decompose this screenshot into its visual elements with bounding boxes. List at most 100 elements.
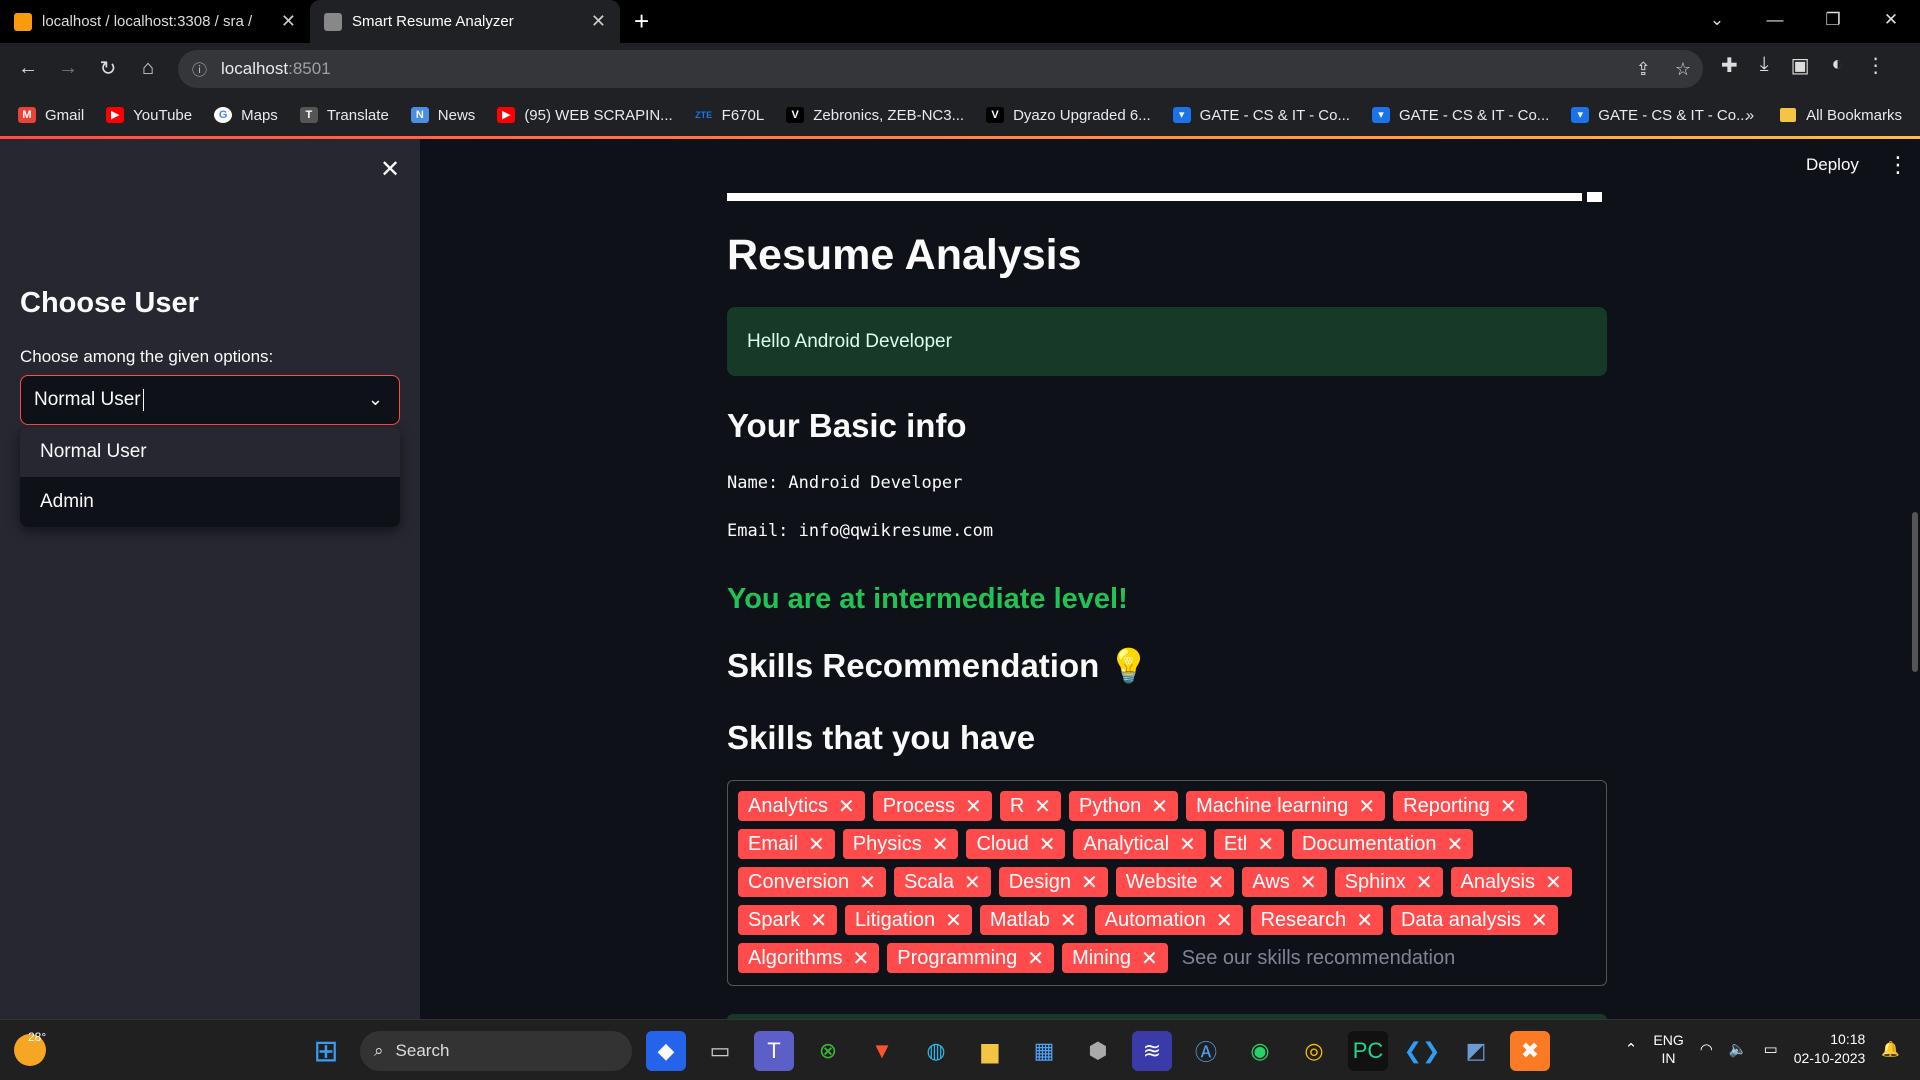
remove-tag-icon[interactable]: ✕ bbox=[808, 832, 825, 857]
teams-icon[interactable]: T bbox=[754, 1031, 794, 1071]
xbox-icon[interactable]: ⊗ bbox=[808, 1031, 848, 1071]
chevron-down-icon[interactable]: ⌄ bbox=[368, 389, 383, 410]
profile-avatar-icon[interactable]: ◐ bbox=[1832, 53, 1844, 78]
remove-tag-icon[interactable]: ✕ bbox=[1027, 946, 1044, 971]
reload-icon[interactable]: ↻ bbox=[88, 56, 128, 81]
task-view-icon[interactable]: ▭ bbox=[700, 1031, 740, 1071]
bookmark-item[interactable]: V Dyazo Upgraded 6... bbox=[986, 107, 1151, 124]
chrome-icon[interactable]: ◎ bbox=[1294, 1031, 1334, 1071]
remove-tag-icon[interactable]: ✕ bbox=[852, 946, 869, 971]
close-tab-icon[interactable]: ✕ bbox=[591, 11, 606, 32]
copilot-icon[interactable]: ◆ bbox=[646, 1031, 686, 1071]
bookmark-item[interactable]: ▾ GATE - CS & IT - Co... bbox=[1571, 107, 1749, 124]
taskbar-search[interactable]: ⌕ Search bbox=[360, 1031, 632, 1071]
remove-tag-icon[interactable]: ✕ bbox=[1531, 908, 1548, 933]
battery-icon[interactable]: ▭ bbox=[1764, 1040, 1778, 1058]
close-window-button[interactable]: ✕ bbox=[1862, 10, 1920, 30]
volume-icon[interactable]: 🔈 bbox=[1729, 1040, 1748, 1058]
option-normal-user[interactable]: Normal User bbox=[20, 427, 400, 477]
remove-tag-icon[interactable]: ✕ bbox=[838, 794, 855, 819]
back-icon[interactable]: ← bbox=[8, 57, 48, 80]
bookmark-item[interactable]: T Translate bbox=[299, 107, 389, 124]
xampp-icon[interactable]: ✖ bbox=[1510, 1031, 1550, 1071]
bookmark-item[interactable]: ZTE F670L bbox=[694, 107, 764, 124]
option-admin[interactable]: Admin bbox=[20, 477, 400, 527]
brave-icon[interactable]: ▼ bbox=[862, 1031, 902, 1071]
remove-tag-icon[interactable]: ✕ bbox=[1034, 794, 1051, 819]
bookmark-item[interactable]: ▾ GATE - CS & IT - Co... bbox=[1371, 107, 1549, 124]
browser-tab-smart-resume-analyzer[interactable]: Smart Resume Analyzer ✕ bbox=[310, 0, 620, 43]
remove-tag-icon[interactable]: ✕ bbox=[1216, 908, 1233, 933]
file-explorer-icon[interactable]: ▆ bbox=[970, 1031, 1010, 1071]
new-tab-button[interactable]: + bbox=[634, 6, 649, 37]
remove-tag-icon[interactable]: ✕ bbox=[1358, 794, 1375, 819]
bookmark-item[interactable]: G Maps bbox=[214, 107, 278, 124]
language-indicator[interactable]: ENG IN bbox=[1653, 1031, 1683, 1067]
remove-tag-icon[interactable]: ✕ bbox=[810, 908, 827, 933]
page-scrollbar[interactable] bbox=[1912, 512, 1918, 672]
remove-tag-icon[interactable]: ✕ bbox=[964, 870, 981, 895]
remove-tag-icon[interactable]: ✕ bbox=[1545, 870, 1562, 895]
vs-code-insiders-icon[interactable]: ≋ bbox=[1132, 1031, 1172, 1071]
deploy-button[interactable]: Deploy bbox=[1806, 155, 1859, 175]
edge-icon[interactable]: ◍ bbox=[916, 1031, 956, 1071]
remove-tag-icon[interactable]: ✕ bbox=[965, 794, 982, 819]
restore-button[interactable]: ❐ bbox=[1804, 10, 1862, 30]
bookmark-item[interactable]: ▾ GATE - CS & IT - Co... bbox=[1172, 107, 1350, 124]
remove-tag-icon[interactable]: ✕ bbox=[1141, 946, 1158, 971]
download-icon[interactable]: ⤓ bbox=[1760, 53, 1769, 78]
main-menu-icon[interactable]: ⋮ bbox=[1887, 152, 1909, 178]
bookmark-star-icon[interactable]: ☆ bbox=[1675, 59, 1691, 80]
remove-tag-icon[interactable]: ✕ bbox=[1300, 870, 1317, 895]
bookmark-item[interactable]: V Zebronics, ZEB-NC3... bbox=[786, 107, 964, 124]
remove-tag-icon[interactable]: ✕ bbox=[1081, 870, 1098, 895]
vscode-icon[interactable]: ❮❯ bbox=[1402, 1031, 1442, 1071]
extensions-puzzle-icon[interactable]: ✚ bbox=[1721, 53, 1738, 78]
remove-tag-icon[interactable]: ✕ bbox=[1208, 870, 1225, 895]
store-icon[interactable]: ▦ bbox=[1024, 1031, 1064, 1071]
app-store-icon[interactable]: Ⓐ bbox=[1186, 1031, 1226, 1071]
remove-tag-icon[interactable]: ✕ bbox=[945, 908, 962, 933]
clock[interactable]: 10:18 02-10-2023 bbox=[1794, 1030, 1866, 1068]
wifi-icon[interactable]: ◠ bbox=[1700, 1040, 1713, 1058]
skills-placeholder[interactable]: See our skills recommendation bbox=[1182, 943, 1455, 973]
app-icon[interactable]: ⬢ bbox=[1078, 1031, 1118, 1071]
notification-bell-icon[interactable]: 🔔 bbox=[1881, 1040, 1900, 1058]
side-panel-icon[interactable]: ▣ bbox=[1791, 53, 1810, 78]
remove-tag-icon[interactable]: ✕ bbox=[932, 832, 949, 857]
bookmark-item[interactable]: ▶ (95) WEB SCRAPIN... bbox=[497, 107, 673, 124]
remove-tag-icon[interactable]: ✕ bbox=[1151, 794, 1168, 819]
workbench-icon[interactable]: ◩ bbox=[1456, 1031, 1496, 1071]
share-icon[interactable]: ⇪ bbox=[1636, 59, 1651, 80]
remove-tag-icon[interactable]: ✕ bbox=[1060, 908, 1077, 933]
chrome-menu-icon[interactable]: ⋮ bbox=[1866, 53, 1886, 78]
remove-tag-icon[interactable]: ✕ bbox=[1257, 832, 1274, 857]
close-tab-icon[interactable]: ✕ bbox=[281, 11, 296, 32]
all-bookmarks[interactable]: » All Bookmarks bbox=[1746, 107, 1902, 124]
close-sidebar-icon[interactable]: ✕ bbox=[380, 155, 400, 184]
windows-start-icon[interactable]: ⊞ bbox=[306, 1031, 346, 1071]
remove-tag-icon[interactable]: ✕ bbox=[1416, 870, 1433, 895]
home-icon[interactable]: ⌂ bbox=[128, 57, 168, 80]
browser-tab-phpmyadmin[interactable]: localhost / localhost:3308 / sra / ✕ bbox=[0, 0, 310, 43]
bookmark-item[interactable]: N News bbox=[410, 107, 475, 124]
chevron-up-icon[interactable]: ⌃ bbox=[1625, 1040, 1638, 1058]
user-type-select[interactable]: Normal User ⌄ bbox=[20, 375, 400, 425]
bookmark-item[interactable]: M Gmail bbox=[18, 107, 84, 124]
remove-tag-icon[interactable]: ✕ bbox=[1179, 832, 1196, 857]
remove-tag-icon[interactable]: ✕ bbox=[859, 870, 876, 895]
tab-search-icon[interactable]: ⌄ bbox=[1688, 10, 1746, 30]
address-bar[interactable]: ⓘ localhost:8501 ⇪ ☆ bbox=[178, 50, 1703, 88]
pycharm-icon[interactable]: PC bbox=[1348, 1031, 1388, 1071]
minimize-button[interactable]: — bbox=[1746, 10, 1804, 30]
remove-tag-icon[interactable]: ✕ bbox=[1356, 908, 1373, 933]
site-info-icon[interactable]: ⓘ bbox=[192, 59, 207, 80]
remove-tag-icon[interactable]: ✕ bbox=[1500, 794, 1517, 819]
whatsapp-icon[interactable]: ◉ bbox=[1240, 1031, 1280, 1071]
more-bookmarks-chevron-icon[interactable]: » bbox=[1746, 107, 1754, 124]
skills-tag-input[interactable]: Analytics ✕ Process ✕ R ✕ Python ✕ Machine learn… bbox=[727, 780, 1607, 986]
bookmark-item[interactable]: ▶ YouTube bbox=[106, 107, 192, 124]
remove-tag-icon[interactable]: ✕ bbox=[1039, 832, 1056, 857]
forward-icon[interactable]: → bbox=[48, 57, 88, 80]
remove-tag-icon[interactable]: ✕ bbox=[1447, 832, 1464, 857]
